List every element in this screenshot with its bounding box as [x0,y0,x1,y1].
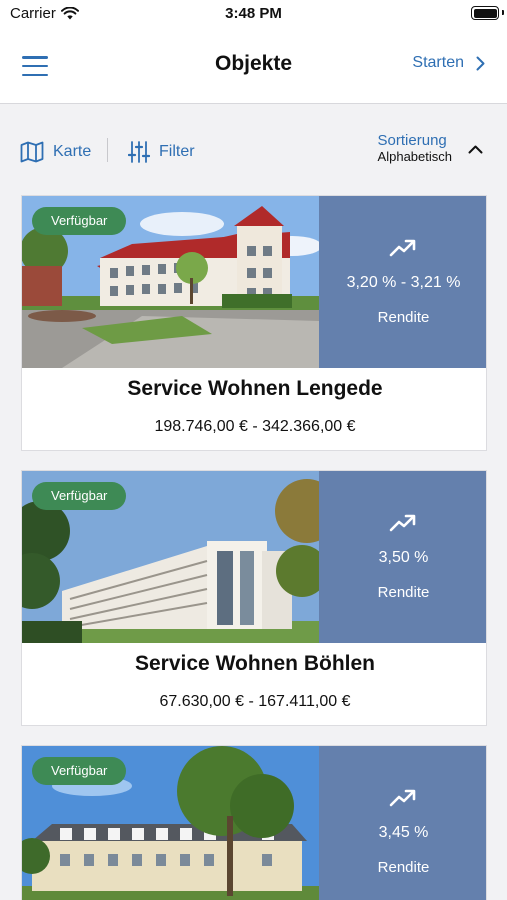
listing-price: 198.746,00 € - 342.366,00 € [154,418,356,435]
map-button[interactable]: Karte [20,141,91,163]
filter-button[interactable]: Filter [128,141,195,163]
yield-label: Rendite [377,584,430,601]
listing-media: Verfügbar 3,50 % Rendite [22,471,486,643]
yield-label: Rendite [377,309,430,326]
sort-control[interactable]: Sortierung Alphabetisch [378,133,483,165]
yield-panel: 3,20 % - 3,21 % Rendite [319,196,486,368]
listing-name: Service Wohnen Böhlen [135,652,375,675]
status-bar: Carrier 3:48 PM [0,0,507,28]
chevron-up-icon [468,145,483,153]
listing-name: Service Wohnen Lengede [127,377,383,400]
status-badge: Verfügbar [32,207,127,235]
trending-up-icon [389,514,416,532]
trending-up-icon [389,789,416,807]
yield-panel: 3,45 % Rendite [319,746,486,900]
yield-value: 3,45 % [378,824,429,841]
menu-icon[interactable] [18,52,52,80]
listing-card[interactable]: Verfügbar 3,20 % - 3,21 % Rendite Servic… [21,195,487,451]
toolbar-divider [107,138,108,162]
listing-media: Verfügbar 3,20 % - 3,21 % Rendite [22,196,486,368]
map-label: Karte [53,143,92,160]
start-button[interactable]: Starten [412,54,485,72]
sort-value: Alphabetisch [377,149,452,164]
sort-text: Sortierung Alphabetisch [378,133,452,165]
sort-label: Sortierung [377,132,447,149]
status-badge: Verfügbar [32,482,127,510]
navigation-bar: Objekte Starten [0,28,507,104]
yield-label: Rendite [377,859,430,876]
listing-card[interactable]: Verfügbar 3,45 % Rendite [21,745,487,900]
status-time: 3:48 PM [225,5,282,22]
list-toolbar: Karte Filter Sortierung Alphabetisch [0,105,507,195]
map-icon [20,141,44,163]
sliders-icon [128,141,150,163]
listing-card[interactable]: Verfügbar 3,50 % Rendite Service Wohnen … [21,470,487,726]
start-label: Starten [412,54,464,71]
yield-value: 3,50 % [378,549,429,566]
filter-label: Filter [159,143,195,160]
battery-tip [502,10,504,15]
chevron-right-icon [476,56,485,70]
battery-icon [471,6,499,20]
yield-panel: 3,50 % Rendite [319,471,486,643]
listing-price: 67.630,00 € - 167.411,00 € [159,693,351,710]
status-badge: Verfügbar [32,757,127,785]
yield-value: 3,20 % - 3,21 % [346,274,461,291]
listing-media: Verfügbar 3,45 % Rendite [22,746,486,900]
trending-up-icon [389,239,416,257]
